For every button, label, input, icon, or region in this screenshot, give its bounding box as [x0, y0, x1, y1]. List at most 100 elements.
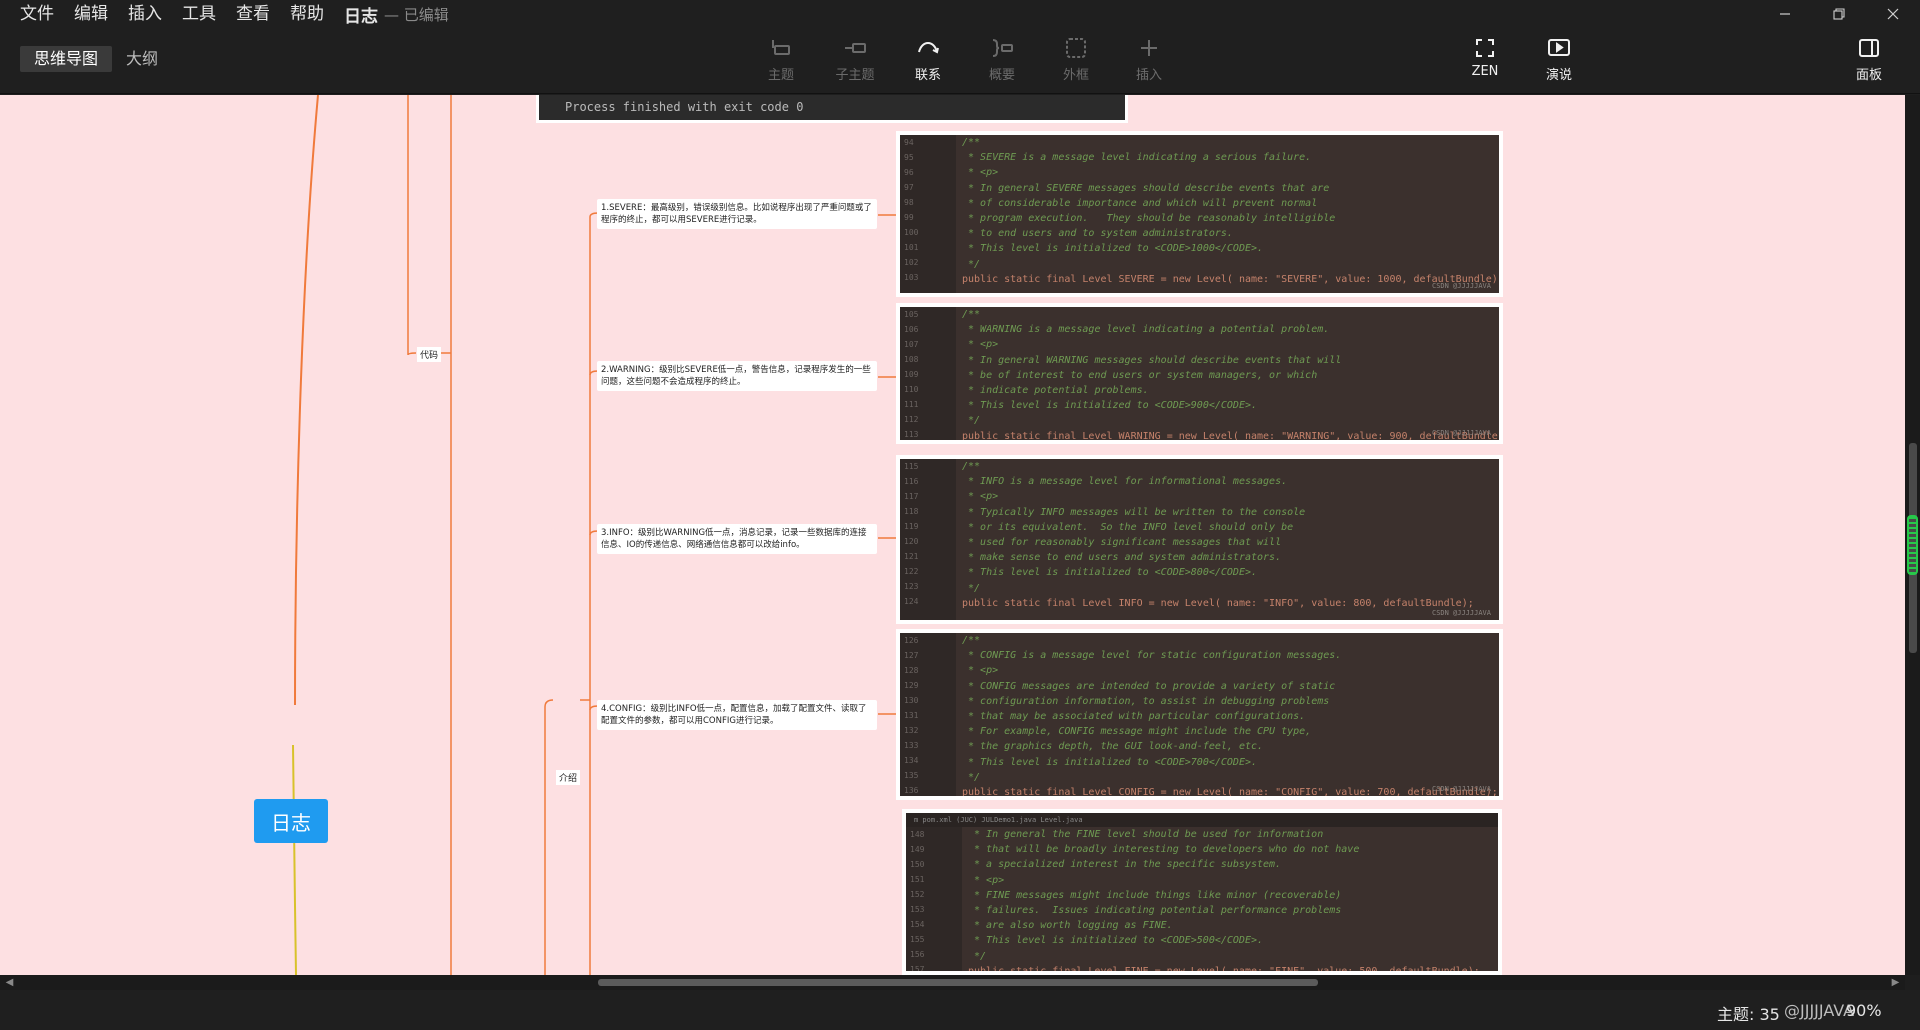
code-line: * In general the FINE level should be us…	[968, 829, 1324, 840]
boundary-button[interactable]: 外框	[1046, 34, 1106, 90]
line-number: 126	[904, 636, 919, 645]
code-line: * the graphics depth, the GUI look-and-f…	[962, 741, 1264, 753]
central-topic[interactable]: 日志	[254, 799, 328, 843]
line-number: 133	[904, 741, 919, 750]
csdn-watermark: CSDN @JJJJJAVA	[1431, 609, 1491, 617]
line-number: 148	[910, 830, 925, 839]
line-number: 134	[904, 756, 919, 765]
zen-label: ZEN	[1471, 64, 1499, 79]
zen-button[interactable]: ZEN	[1455, 34, 1515, 90]
branch-code[interactable]: 代码	[417, 347, 442, 362]
line-number: 94	[904, 138, 914, 147]
line-number: 121	[904, 552, 919, 561]
process-output-text: Process finished with exit code 0	[565, 100, 804, 114]
line-number-gutter: 115 116 117 118 119 120 121 122 123 124	[900, 459, 956, 620]
code-image-fine[interactable]: m pom.xml (JUC) JULDemo1.java Level.java…	[902, 809, 1502, 975]
restore-button[interactable]	[1812, 0, 1866, 28]
menu-edit[interactable]: 编辑	[64, 0, 118, 28]
insert-button[interactable]: 插入	[1119, 34, 1179, 90]
menu-view[interactable]: 查看	[226, 0, 280, 28]
process-output-image: Process finished with exit code 0	[536, 95, 1128, 123]
code-line: * CONFIG is a message level for static c…	[962, 650, 1342, 662]
branch-intro[interactable]: 介绍	[556, 770, 581, 785]
code-line: /**	[962, 309, 981, 320]
code-line: * that will be broadly interesting to de…	[968, 844, 1360, 856]
menu-file[interactable]: 文件	[0, 0, 64, 28]
topic-button[interactable]: 主题	[751, 34, 811, 90]
level-desc-config[interactable]: 4.CONFIG：级别比INFO低一点，配置信息，加载了配置文件、读取了配置文件…	[597, 700, 877, 730]
subtopic-button[interactable]: 子主题	[825, 34, 885, 90]
relation-icon	[914, 34, 942, 62]
code-lines: /** * SEVERE is a message level indicati…	[962, 135, 1499, 287]
tab-mindmap[interactable]: 思维导图	[20, 46, 113, 72]
code-lines: * In general the FINE level should be us…	[968, 827, 1498, 971]
code-image-info[interactable]: 115 116 117 118 119 120 121 122 123 124 /** * INFO…	[896, 455, 1503, 624]
code-line: * failures. Issues indicating potential …	[968, 904, 1342, 916]
panel-icon	[1855, 34, 1883, 62]
code-image-warning[interactable]: 105 106 107 108 109 110 111 112 113 /** * WARNING…	[896, 303, 1503, 444]
summary-button[interactable]: 概要	[972, 34, 1032, 90]
code-line: * <p>	[962, 665, 999, 677]
line-number: 155	[910, 935, 925, 944]
author-watermark: @JJJJJAVA	[1784, 1001, 1855, 1020]
scroll-left-icon[interactable]: ◀	[2, 975, 17, 990]
tab-outline[interactable]: 大纲	[112, 46, 172, 72]
document-title: 日志	[344, 6, 378, 27]
code-line: */	[962, 415, 981, 427]
line-number: 111	[904, 400, 919, 409]
code-line: * FINE messages might include things lik…	[968, 889, 1342, 901]
line-number: 129	[904, 681, 919, 690]
code-line: * INFO is a message level for informatio…	[962, 476, 1288, 488]
plus-icon	[1135, 34, 1163, 62]
boundary-icon	[1062, 34, 1090, 62]
line-number: 120	[904, 537, 919, 546]
code-line: * <p>	[962, 491, 999, 503]
code-line: public static final Level WARNING = new …	[962, 430, 1503, 442]
topic-count: 主题: 35	[1717, 1005, 1780, 1024]
relation-button[interactable]: 联系	[898, 34, 958, 90]
csdn-watermark: CSDN @JJJJJAVA	[1431, 282, 1491, 290]
level-desc-warning[interactable]: 2.WARNING：级别比SEVERE低一点，警告信息，记录程序发生的一些问题，…	[597, 361, 877, 391]
vertical-scrollbar[interactable]	[1905, 95, 1920, 975]
code-line: * This level is initialized to <CODE>900…	[962, 400, 1258, 412]
code-line: * <p>	[962, 167, 999, 179]
line-number: 113	[904, 430, 919, 439]
code-line: * a specialized interest in the specific…	[968, 859, 1282, 871]
code-line: /**	[962, 461, 981, 472]
present-button[interactable]: 演说	[1529, 34, 1589, 90]
mindmap-canvas[interactable]: Process finished with exit code 0 日志 代码 …	[0, 95, 1905, 975]
code-lines: /** * INFO is a message level for inform…	[962, 459, 1499, 611]
line-number: 156	[910, 950, 925, 959]
code-line: * This level is initialized to <CODE>800…	[962, 567, 1258, 579]
close-button[interactable]	[1866, 0, 1920, 28]
menu-help[interactable]: 帮助	[280, 0, 334, 28]
code-line: * SEVERE is a message level indicating a…	[962, 152, 1312, 164]
code-line: * to end users and to system administrat…	[962, 228, 1233, 240]
menu-insert[interactable]: 插入	[118, 0, 172, 28]
summary-icon	[988, 34, 1016, 62]
code-image-config[interactable]: 126 127 128 129 130 131 132 133 134 135 136 /** * C…	[896, 629, 1503, 800]
line-number: 131	[904, 711, 919, 720]
zoom-level[interactable]: 90%	[1846, 1001, 1882, 1020]
horizontal-scroll-thumb[interactable]	[598, 979, 1318, 986]
line-number: 130	[904, 696, 919, 705]
code-image-severe[interactable]: 94 95 96 97 98 99 100 101 102 103 /** * SEVERE is …	[896, 131, 1503, 297]
menu-tools[interactable]: 工具	[172, 0, 226, 28]
boundary-label: 外框	[1062, 68, 1089, 83]
level-desc-severe[interactable]: 1.SEVERE：最高级别，错误级别信息。比如说程序出现了严重问题或了程序的终止…	[597, 199, 877, 229]
scroll-right-icon[interactable]: ▶	[1888, 975, 1903, 990]
line-number-gutter: 105 106 107 108 109 110 111 112 113	[900, 307, 956, 440]
horizontal-scrollbar[interactable]: ◀ ▶	[0, 975, 1905, 990]
minimize-button[interactable]	[1758, 0, 1812, 28]
code-line: /**	[962, 635, 981, 646]
line-number: 115	[904, 462, 919, 471]
panel-label: 面板	[1855, 68, 1882, 83]
close-icon	[1887, 8, 1899, 20]
line-number: 106	[904, 325, 919, 334]
line-number: 151	[910, 875, 925, 884]
play-icon	[1545, 34, 1573, 62]
menu-bar: 文件 编辑 插入 工具 查看 帮助 日志 — 已编辑	[0, 0, 1920, 28]
panel-button[interactable]: 面板	[1839, 34, 1899, 90]
code-line: * For example, CONFIG message might incl…	[962, 726, 1312, 738]
level-desc-info[interactable]: 3.INFO：级别比WARNING低一点，消息记录，记录一些数据库的连接信息、I…	[597, 524, 877, 554]
